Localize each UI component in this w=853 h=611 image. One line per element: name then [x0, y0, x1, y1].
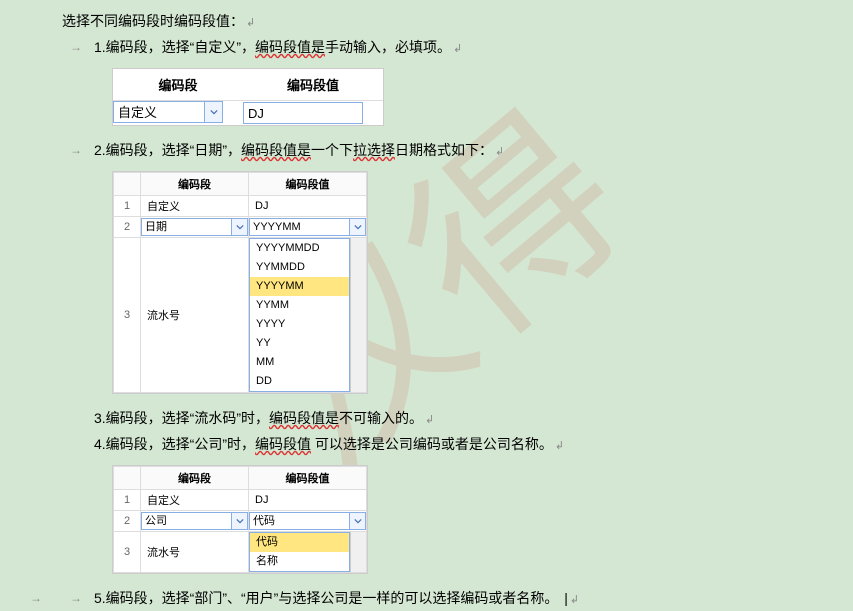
scrollbar[interactable]: [350, 532, 366, 572]
simple-table: 编码段 编码段值 自定义: [113, 69, 383, 125]
underlined-text: 拉选择: [353, 142, 395, 158]
text: 4.编码段，选择“公司”时，: [94, 436, 255, 452]
company-value-dropdown[interactable]: 代码 名称: [249, 532, 350, 572]
heading-line: 选择不同编码段时编码段值：↲: [0, 10, 853, 34]
row-num: 2: [114, 511, 141, 532]
row-num: 1: [114, 490, 141, 511]
value-select[interactable]: 代码: [249, 512, 366, 530]
dropdown-option[interactable]: YYMMDD: [250, 258, 349, 277]
row-num: 3: [114, 238, 141, 393]
underlined-text: 编码段值是: [241, 142, 311, 158]
screenshot-3: 编码段 编码段值 1 自定义 DJ 2 公司 代码: [112, 465, 368, 574]
cell-segment: 自定义: [141, 196, 249, 217]
grid-table: 编码段 编码段值 1 自定义 DJ 2 公司 代码: [113, 466, 367, 573]
dropdown-option[interactable]: YYYYMMDD: [250, 239, 349, 258]
date-format-dropdown[interactable]: YYYYMMDD YYMMDD YYYYMM YYMM YYYY YY MM D…: [249, 238, 350, 392]
value-select[interactable]: YYYYMM: [249, 218, 366, 236]
screenshot-1: 编码段 编码段值 自定义: [112, 68, 384, 126]
segment-select[interactable]: 日期: [141, 218, 248, 236]
cell-segment: 流水号: [141, 238, 249, 393]
dropdown-option[interactable]: MM: [250, 353, 349, 372]
item-2: 2.编码段，选择“日期”，编码段值是一个下拉选择日期格式如下：↲: [0, 139, 853, 163]
text: 一个下: [311, 142, 353, 158]
col-header-segment: 编码段: [141, 467, 249, 490]
screenshot-2: 编码段 编码段值 1 自定义 DJ 2 日期 YYYYMM: [112, 171, 368, 394]
text-cursor: [562, 590, 568, 606]
arrow-icon: →: [30, 587, 42, 609]
row-num: 1: [114, 196, 141, 217]
row-num-header: [114, 467, 141, 490]
line-end: ↲: [425, 414, 434, 426]
segment-value-input[interactable]: [243, 102, 363, 124]
item-3: 3.编码段，选择“流水码”时，编码段值是不可输入的。↲: [0, 407, 853, 431]
chevron-down-icon[interactable]: [350, 218, 366, 236]
segment-select-value: 公司: [141, 512, 232, 530]
cell-value: DJ: [249, 196, 367, 217]
table-row: 2 公司 代码: [114, 511, 367, 532]
segment-select-value: 日期: [141, 218, 232, 236]
dropdown-option-selected[interactable]: YYYYMM: [250, 277, 349, 296]
scrollbar[interactable]: [350, 238, 366, 392]
text: 3.编码段，选择“流水码”时，: [94, 410, 269, 426]
cell-segment: 流水号: [141, 532, 249, 573]
text: 可以选择是公司编码或者是公司名称。: [311, 436, 553, 452]
segment-select-value: 自定义: [113, 101, 205, 123]
dropdown-option-selected[interactable]: 代码: [250, 533, 349, 552]
row-num: 3: [114, 532, 141, 573]
dropdown-option[interactable]: DD: [250, 372, 349, 391]
item-1: 1.编码段，选择“自定义”，编码段值是手动输入，必填项。↲: [0, 36, 853, 60]
table-row: 3 流水号 代码 名称: [114, 532, 367, 573]
table-row: 1 自定义 DJ: [114, 196, 367, 217]
chevron-down-icon[interactable]: [232, 512, 248, 530]
heading-text: 选择不同编码段时编码段值：: [62, 13, 244, 29]
row-num-header: [114, 173, 141, 196]
table-row: 2 日期 YYYYMM: [114, 217, 367, 238]
grid-table: 编码段 编码段值 1 自定义 DJ 2 日期 YYYYMM: [113, 172, 367, 393]
text: 5.编码段，选择“部门”、“用户”与选择公司是一样的可以选择编码或者名称。: [94, 590, 558, 606]
chevron-down-icon[interactable]: [232, 218, 248, 236]
line-end: ↲: [555, 440, 564, 452]
table-row: 1 自定义 DJ: [114, 490, 367, 511]
segment-select[interactable]: 自定义: [113, 101, 243, 125]
dropdown-option[interactable]: YYYY: [250, 315, 349, 334]
col-header-segment: 编码段: [113, 69, 243, 101]
segment-select[interactable]: 公司: [141, 512, 248, 530]
table-row: 3 流水号 YYYYMMDD YYMMDD YYYYMM YYMM YYYY Y…: [114, 238, 367, 393]
line-end: ↲: [246, 17, 255, 29]
underlined-text: 编码段值: [255, 436, 311, 452]
col-header-segment: 编码段: [141, 173, 249, 196]
text: 手动输入，必填项。: [325, 39, 451, 55]
value-select-value: 代码: [249, 512, 350, 530]
cell-segment: 自定义: [141, 490, 249, 511]
chevron-down-icon[interactable]: [205, 101, 223, 123]
text: 日期格式如下：: [395, 142, 493, 158]
item-5: → 5.编码段，选择“部门”、“用户”与选择公司是一样的可以选择编码或者名称。 …: [0, 587, 853, 611]
col-header-value: 编码段值: [243, 69, 383, 101]
text: 不可输入的。: [339, 410, 423, 426]
text: 1.编码段，选择“自定义”，: [94, 39, 255, 55]
line-end: ↲: [453, 43, 462, 55]
underlined-text: 编码段值是: [255, 39, 325, 55]
value-select-value: YYYYMM: [249, 218, 350, 236]
chevron-down-icon[interactable]: [350, 512, 366, 530]
row-num: 2: [114, 217, 141, 238]
cell-value: DJ: [249, 490, 367, 511]
col-header-value: 编码段值: [249, 467, 367, 490]
item-4: 4.编码段，选择“公司”时，编码段值 可以选择是公司编码或者是公司名称。↲: [0, 433, 853, 457]
col-header-value: 编码段值: [249, 173, 367, 196]
text: 2.编码段，选择“日期”，: [94, 142, 241, 158]
document-body: 选择不同编码段时编码段值：↲ 1.编码段，选择“自定义”，编码段值是手动输入，必…: [0, 0, 853, 611]
line-end: ↲: [495, 146, 504, 158]
underlined-text: 编码段值是: [269, 410, 339, 426]
line-end: ↲: [570, 594, 579, 606]
dropdown-option[interactable]: YY: [250, 334, 349, 353]
dropdown-option[interactable]: YYMM: [250, 296, 349, 315]
